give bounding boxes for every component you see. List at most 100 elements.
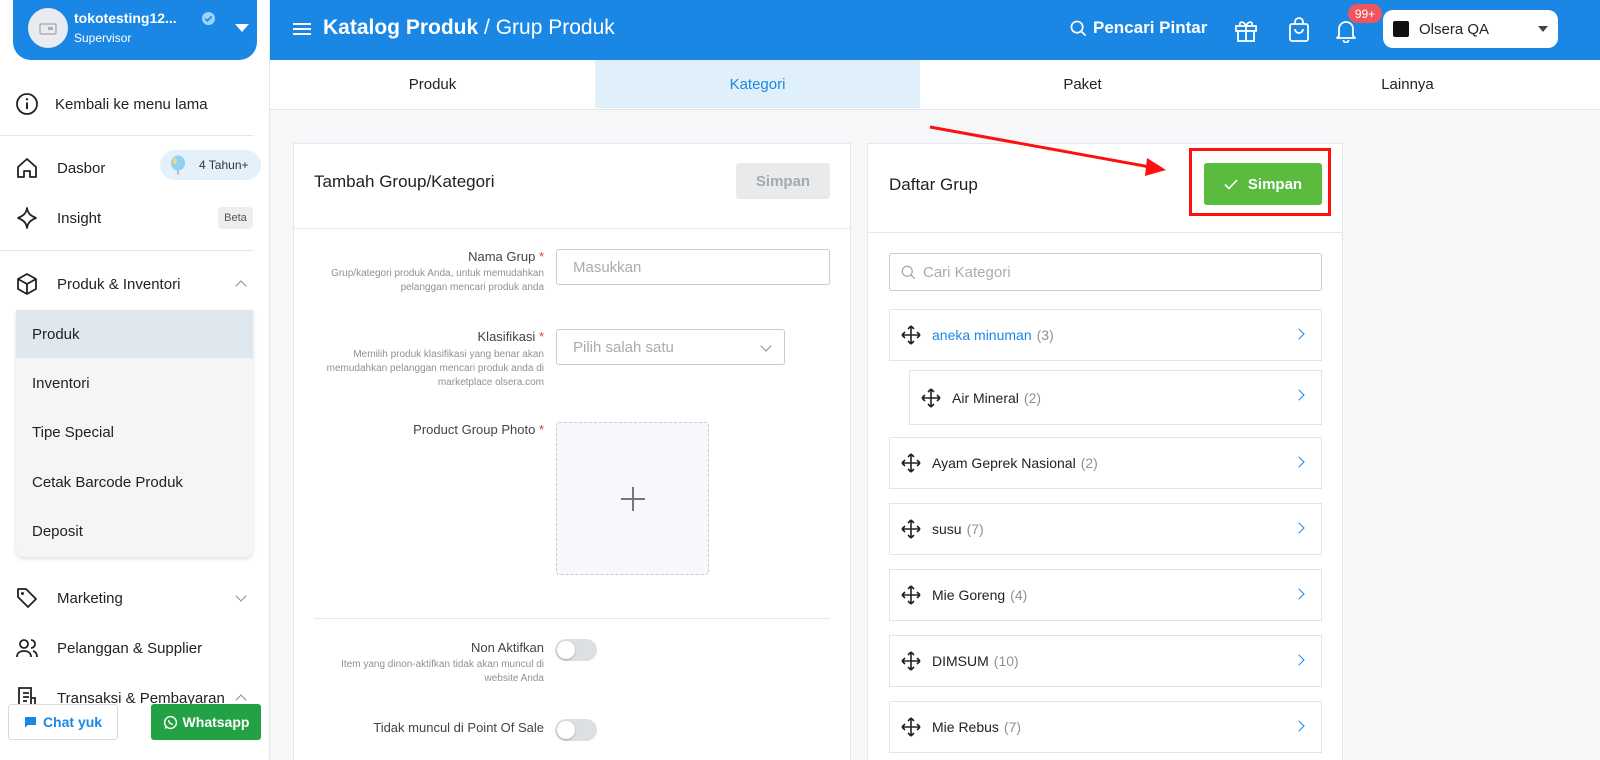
drag-move-icon[interactable] [901, 519, 921, 539]
home-icon [14, 155, 40, 181]
chat-button[interactable]: Chat yuk [8, 704, 118, 740]
drag-move-icon[interactable] [901, 717, 921, 737]
category-count: (2) [1080, 455, 1098, 471]
sidebar-item-pelanggan[interactable]: Pelanggan & Supplier [0, 632, 270, 664]
pos-toggle[interactable] [555, 719, 597, 741]
category-item[interactable]: DIMSUM (10) [889, 635, 1322, 687]
store-icon [39, 23, 57, 35]
photo-upload-area[interactable] [556, 422, 709, 575]
chevron-right-icon[interactable] [1293, 328, 1305, 340]
category-name: aneka minuman [932, 327, 1032, 343]
chevron-down-icon [760, 340, 772, 352]
category-item[interactable]: susu (7) [889, 503, 1322, 555]
breadcrumb-current: / Grup Produk [484, 16, 615, 39]
pos-label: Tidak muncul di Point Of Sale [373, 720, 544, 735]
chevron-right-icon[interactable] [1293, 588, 1305, 600]
klasifikasi-select[interactable]: Pilih salah satu [556, 329, 785, 365]
drag-move-icon[interactable] [901, 453, 921, 473]
non-aktif-help: Item yang dinon-aktifkan tidak akan munc… [341, 658, 544, 686]
non-aktif-toggle[interactable] [555, 639, 597, 661]
submenu-item-tipe-special[interactable]: Tipe Special [16, 408, 253, 456]
sidebar-item-label: Pelanggan & Supplier [57, 639, 203, 657]
sidebar-item-label: Insight [57, 209, 102, 227]
submenu-item-deposit[interactable]: Deposit [16, 507, 253, 555]
group-list-panel: Daftar Grup Simpan Cari Kategori aneka m… [867, 143, 1343, 760]
category-item[interactable]: Air Mineral (2) [909, 370, 1322, 425]
submenu-item-cetak-barcode[interactable]: Cetak Barcode Produk [16, 458, 253, 506]
toggle-knob [557, 641, 575, 659]
whatsapp-button[interactable]: Whatsapp [151, 704, 261, 740]
save-button-disabled[interactable]: Simpan [736, 163, 830, 199]
tab-kategori[interactable]: Kategori [595, 60, 920, 108]
category-item[interactable]: Mie Rebus (7) [889, 701, 1322, 753]
klasifikasi-label: Klasifikasi * [478, 329, 544, 344]
divider [314, 618, 830, 619]
category-name: DIMSUM [932, 653, 989, 669]
category-item[interactable]: Ayam Geprek Nasional (2) [889, 437, 1322, 489]
sidebar-item-produk-inventori[interactable]: Produk & Inventori [0, 268, 270, 300]
verified-icon [201, 11, 216, 26]
tab-paket[interactable]: Paket [920, 60, 1245, 108]
tab-produk[interactable]: Produk [270, 60, 595, 108]
smart-search-button[interactable]: Pencari Pintar [1070, 18, 1207, 38]
tab-lainnya[interactable]: Lainnya [1245, 60, 1570, 108]
category-item[interactable]: aneka minuman (3) [889, 309, 1322, 361]
caret-down-icon [1538, 26, 1548, 32]
toggle-knob [557, 721, 575, 739]
category-name: Mie Rebus [932, 719, 999, 735]
page-title: Katalog Produk / Grup Produk [323, 16, 615, 40]
gift-icon[interactable] [1233, 17, 1259, 43]
help-line: marketplace olsera.com [437, 377, 544, 388]
nama-grup-input[interactable]: Masukkan [556, 249, 830, 285]
shopping-bag-icon[interactable] [1286, 17, 1312, 43]
photo-label: Product Group Photo * [413, 422, 544, 437]
tag-icon [14, 585, 40, 611]
breadcrumb-parent[interactable]: Katalog Produk [323, 16, 478, 39]
non-aktif-label: Non Aktifkan [471, 640, 544, 655]
sidebar-item-marketing[interactable]: Marketing [0, 582, 270, 614]
help-line: Grup/kategori produk Anda, untuk memudah… [331, 268, 544, 279]
chevron-right-icon[interactable] [1293, 456, 1305, 468]
submenu-item-inventori[interactable]: Inventori [16, 359, 253, 407]
produk-submenu: Produk Inventori Tipe Special Cetak Barc… [16, 310, 253, 557]
chevron-right-icon[interactable] [1293, 522, 1305, 534]
store-name: Olsera QA [1419, 20, 1490, 38]
divider [868, 232, 1342, 233]
sidebar-item-label: Marketing [57, 589, 123, 607]
user-card[interactable]: tokotesting12... Supervisor [13, 0, 257, 60]
search-icon [901, 265, 916, 279]
back-label: Kembali ke menu lama [55, 95, 208, 113]
notification-count-badge: 99+ [1348, 4, 1382, 23]
top-bar: Katalog Produk / Grup Produk Pencari Pin… [270, 0, 1600, 60]
whatsapp-button-label: Whatsapp [182, 714, 250, 730]
submenu-item-produk[interactable]: Produk [16, 310, 253, 358]
back-to-old-menu[interactable]: Kembali ke menu lama [0, 88, 270, 120]
balloon-icon [171, 155, 185, 175]
chevron-right-icon[interactable] [1293, 389, 1305, 401]
category-count: (7) [1003, 719, 1022, 735]
drag-move-icon[interactable] [901, 325, 921, 345]
annotation-highlight-box [1189, 148, 1331, 216]
users-icon [14, 635, 40, 661]
klasifikasi-help: Memilih produk klasifikasi yang benar ak… [327, 348, 544, 390]
drag-move-icon[interactable] [901, 651, 921, 671]
category-item[interactable]: Mie Goreng (4) [889, 569, 1322, 621]
help-line: memudahkan pelanggan mencari produk anda… [326, 363, 544, 374]
avatar [28, 8, 68, 48]
drag-move-icon[interactable] [921, 387, 941, 408]
search-category-input[interactable]: Cari Kategori [889, 253, 1322, 291]
chevron-down-icon [235, 590, 247, 602]
smart-search-label: Pencari Pintar [1093, 18, 1208, 37]
chevron-right-icon[interactable] [1293, 720, 1305, 732]
plus-icon [632, 487, 634, 511]
chevron-right-icon[interactable] [1293, 654, 1305, 666]
chevron-down-icon[interactable] [235, 24, 249, 32]
drag-move-icon[interactable] [901, 585, 921, 605]
nama-grup-help: Grup/kategori produk Anda, untuk memudah… [331, 267, 544, 295]
label-text: Klasifikasi [477, 329, 536, 344]
chevron-up-icon [235, 280, 247, 292]
hamburger-menu-icon[interactable] [293, 21, 311, 37]
user-role: Supervisor [74, 31, 132, 45]
help-line: Memilih produk klasifikasi yang benar ak… [353, 349, 544, 360]
store-selector[interactable]: Olsera QA [1383, 10, 1558, 48]
